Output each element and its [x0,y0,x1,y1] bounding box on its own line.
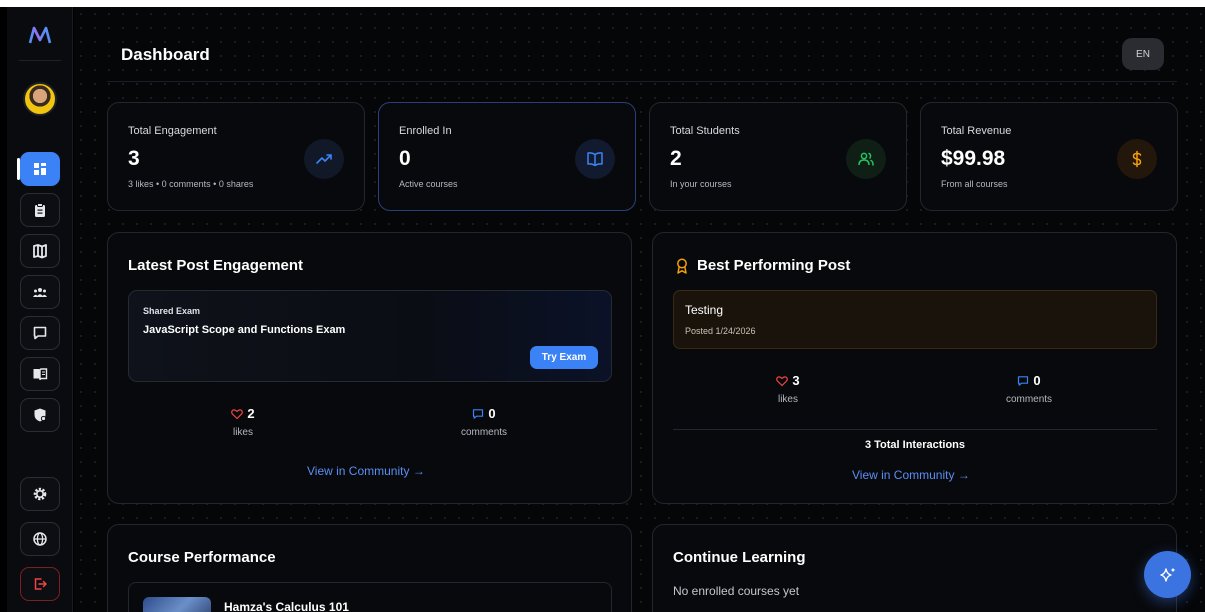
logout-icon [34,578,47,590]
gear-icon [33,487,47,501]
comment-icon [473,408,484,419]
page-title: Dashboard [121,45,210,64]
continue-learning-card: Continue Learning No enrolled courses ye… [652,524,1177,612]
stat-card-students: Total Students 2 In your courses [649,102,907,211]
stat-subtext: From all courses [941,179,1008,189]
card-title: Course Performance [128,549,276,566]
sidebar-item-settings[interactable] [20,477,60,511]
stat-card-engagement: Total Engagement 3 3 likes • 0 comments … [107,102,365,211]
post-date: Posted 1/24/2026 [685,326,756,336]
post-name: Testing [685,303,724,317]
post-type: Shared Exam [143,306,201,316]
sidebar-item-roadmap[interactable] [20,234,60,268]
view-in-community-link[interactable]: View in Community → [852,468,970,482]
post-name: JavaScript Scope and Functions Exam [143,324,346,336]
users-icon [33,288,47,297]
best-post-card: Best Performing Post Testing Posted 1/24… [652,232,1177,504]
sidebar-item-exams[interactable] [20,193,60,227]
sidebar-item-dashboard[interactable] [20,152,60,186]
stat-label: Enrolled In [399,125,452,137]
stat-value: 0 [399,147,411,170]
stat-value: 2 [670,147,682,170]
award-icon [677,258,687,274]
card-title: Best Performing Post [697,257,851,274]
total-interactions: 3 Total Interactions [864,439,966,451]
best-post[interactable]: Testing Posted 1/24/2026 [673,290,1157,349]
sidebar-item-security[interactable] [20,398,60,432]
likes-label: likes [232,427,253,438]
stat-card-revenue: Total Revenue $99.98 From all courses [920,102,1178,211]
dollar-icon [1117,139,1157,179]
likes-label: likes [777,394,798,405]
card-title: Latest Post Engagement [128,257,304,274]
course-name: Hamza's Calculus 101 [224,600,349,612]
language-switcher[interactable]: EN [1122,38,1164,70]
sidebar-item-community[interactable] [20,275,60,309]
sidebar-item-language[interactable] [20,522,60,556]
clipboard-icon [35,203,45,217]
likes-metric: 3 likes [728,373,848,405]
stat-value: 3 [128,147,140,170]
map-icon [33,244,47,259]
comments-metric: 0 comments [969,373,1089,405]
main-content: Dashboard EN Total Engagement 3 3 likes … [74,7,1205,612]
empty-state-text: No enrolled courses yet [673,584,800,598]
ai-assistant-button[interactable] [1144,551,1191,598]
comments-label: comments [460,427,508,438]
view-in-community-link[interactable]: View in Community → [307,464,425,478]
grid-icon [34,163,46,175]
latest-post-card: Latest Post Engagement Shared Exam JavaS… [107,232,632,504]
sidebar-item-courses[interactable] [20,357,60,391]
course-item[interactable]: Hamza's Calculus 101 [128,582,612,612]
globe-icon [33,532,47,546]
shared-post[interactable]: Shared Exam JavaScript Scope and Functio… [128,290,612,382]
divider [673,429,1157,430]
heart-icon [231,408,244,419]
shield-icon [34,408,47,422]
app-logo[interactable] [28,24,52,46]
stat-label: Total Revenue [941,125,1012,137]
stat-value: $99.98 [941,147,1006,170]
sparkles-icon [1159,567,1175,582]
comments-label: comments [1005,394,1053,405]
course-performance-card: Course Performance Hamza's Calculus 101 [107,524,632,612]
stat-label: Total Students [670,125,740,137]
logout-button[interactable] [20,567,60,601]
likes-count: 2 [247,406,255,421]
avatar[interactable] [23,82,57,116]
sidebar-divider [19,60,61,61]
course-thumbnail [143,597,211,612]
comment-icon [1018,375,1029,386]
card-title: Continue Learning [673,549,806,566]
stat-card-enrolled: Enrolled In 0 Active courses [378,102,636,211]
stat-subtext: Active courses [399,179,458,189]
chat-icon [33,326,47,340]
stat-label: Total Engagement [128,125,217,137]
window-top-strip [0,0,1205,7]
stat-subtext: 3 likes • 0 comments • 0 shares [128,179,254,189]
header-divider [107,81,1177,82]
sidebar-item-messages[interactable] [20,316,60,350]
book-icon [33,368,48,381]
try-exam-button[interactable]: Try Exam [530,346,598,369]
likes-count: 3 [792,373,800,388]
users-icon [846,139,886,179]
comments-count: 0 [1033,373,1041,388]
heart-icon [776,375,789,386]
comments-metric: 0 comments [424,406,544,438]
comments-count: 0 [488,406,496,421]
stat-subtext: In your courses [670,179,732,189]
trending-up-icon [304,139,344,179]
sidebar [7,7,73,612]
book-open-icon [575,139,615,179]
likes-metric: 2 likes [183,406,303,438]
